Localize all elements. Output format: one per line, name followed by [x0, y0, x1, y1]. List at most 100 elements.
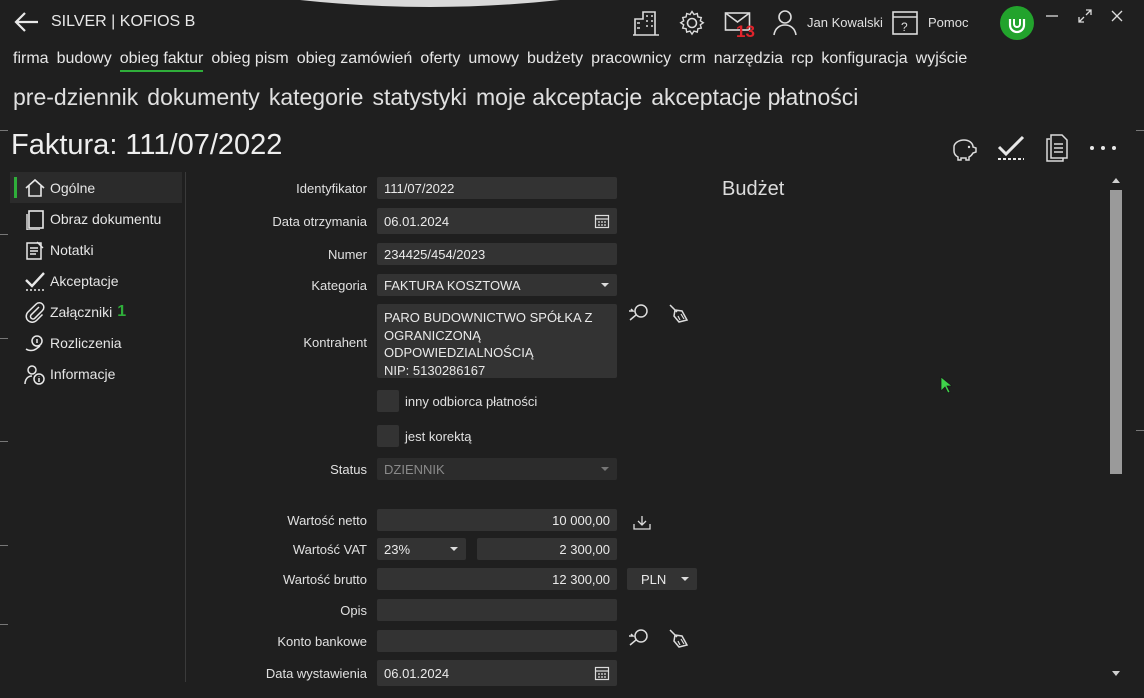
sidebar-item-informacje[interactable]: Informacje — [10, 358, 182, 389]
nav-item-narzedzia[interactable]: narzędzia — [714, 50, 783, 67]
status-label: Status — [330, 462, 367, 477]
settlement-icon — [25, 334, 43, 351]
status-select: DZIENNIK — [377, 458, 617, 480]
nav-item-crm[interactable]: crm — [679, 50, 706, 67]
user-name[interactable]: Jan Kowalski — [807, 15, 883, 30]
sidebar: Ogólne Obraz dokumentu Notatki Akceptacj… — [10, 172, 182, 389]
title-bar-decoration — [300, 0, 560, 7]
currency-select[interactable]: PLN — [627, 568, 697, 590]
sidebar-item-label: Notatki — [50, 241, 94, 258]
user-avatar-icon[interactable] — [772, 8, 798, 36]
piggy-bank-icon[interactable] — [950, 136, 978, 162]
jest-korekta-checkbox[interactable] — [377, 425, 399, 447]
help-label[interactable]: Pomoc — [928, 15, 968, 30]
data-wystawienia-field[interactable]: 06.01.2024 — [377, 660, 617, 686]
clear-broom-icon[interactable] — [666, 627, 690, 649]
lookup-search-icon[interactable] — [627, 627, 651, 649]
document-icon[interactable] — [1045, 134, 1069, 162]
nav-item-wyjscie[interactable]: wyjście — [916, 50, 968, 67]
inny-odbiorca-checkbox[interactable] — [377, 390, 399, 412]
vat-rate-value: 23% — [384, 541, 411, 557]
nav-item-obieg-faktur[interactable]: obieg faktur — [119, 50, 204, 72]
clear-broom-icon[interactable] — [666, 302, 690, 324]
sub-nav-statystyki[interactable]: statystyki — [372, 84, 467, 110]
nav-item-budzety[interactable]: budżety — [527, 50, 583, 67]
nav-item-oferty[interactable]: oferty — [420, 50, 460, 67]
back-arrow-icon[interactable] — [12, 10, 40, 34]
lookup-search-icon[interactable] — [627, 302, 651, 324]
settings-gear-icon[interactable] — [678, 9, 706, 37]
minimize-icon[interactable] — [1044, 8, 1060, 24]
sidebar-item-label: Załączniki — [50, 303, 113, 320]
sidebar-item-obraz-dokumentu[interactable]: Obraz dokumentu — [10, 203, 182, 234]
accept-checkmark-icon[interactable] — [996, 134, 1026, 162]
data-otrzymania-field[interactable]: 06.01.2024 — [377, 208, 617, 234]
sub-nav: pre-dziennik dokumenty kategorie statystyki… — [13, 84, 867, 111]
numer-field[interactable]: 234425/454/2023 — [377, 243, 617, 265]
kategoria-value: FAKTURA KOSZTOWA — [384, 277, 521, 293]
sidebar-item-notatki[interactable]: Notatki — [10, 234, 182, 265]
data-wystawienia-value: 06.01.2024 — [384, 665, 450, 681]
identyfikator-field[interactable]: 111/07/2022 — [377, 177, 617, 199]
kategoria-select[interactable]: FAKTURA KOSZTOWA — [377, 274, 617, 296]
vertical-scrollbar[interactable] — [1107, 172, 1125, 682]
more-options-icon[interactable] — [1088, 144, 1118, 152]
sidebar-item-label: Ogólne — [50, 179, 96, 196]
inny-odbiorca-label: inny odbiorca płatności — [405, 394, 538, 409]
sidebar-item-label: Akceptacje — [50, 272, 119, 289]
nav-item-firma[interactable]: firma — [13, 50, 49, 67]
nav-item-obieg-zamowien[interactable]: obieg zamówień — [297, 50, 413, 67]
nav-item-budowy[interactable]: budowy — [57, 50, 112, 67]
wartosc-brutto-field[interactable]: 12 300,00 — [377, 568, 617, 590]
sidebar-item-rozliczenia[interactable]: Rozliczenia — [10, 327, 182, 358]
sidebar-item-akceptacje[interactable]: Akceptacje — [10, 265, 182, 296]
nav-item-obieg-pism[interactable]: obieg pism — [211, 50, 288, 67]
document-image-icon — [26, 209, 44, 230]
data-otrzymania-value: 06.01.2024 — [384, 213, 450, 229]
nav-item-umowy[interactable]: umowy — [468, 50, 519, 67]
wartosc-netto-field[interactable]: 10 000,00 — [377, 509, 617, 531]
mail-count-badge: 13 — [736, 22, 755, 41]
app-title: SILVER | KOFIOS B — [51, 13, 196, 30]
scroll-up-icon[interactable] — [1111, 176, 1121, 184]
sub-nav-kategorie[interactable]: kategorie — [269, 84, 364, 110]
vat-rate-select[interactable]: 23% — [377, 538, 466, 560]
kontrahent-line: ODPOWIEDZIALNOŚCIĄ — [384, 345, 534, 360]
scroll-down-icon[interactable] — [1111, 670, 1121, 678]
konto-bankowe-field[interactable] — [377, 630, 617, 652]
jest-korekta-label: jest korektą — [405, 429, 472, 444]
wartosc-vat-field[interactable]: 2 300,00 — [477, 538, 617, 560]
calendar-icon[interactable] — [594, 665, 610, 681]
nav-item-rcp[interactable]: rcp — [791, 50, 813, 67]
app-logo-icon — [1000, 6, 1034, 40]
sub-nav-moje-akceptacje[interactable]: moje akceptacje — [476, 84, 642, 110]
scrollbar-thumb[interactable] — [1110, 190, 1122, 474]
chevron-down-icon — [681, 577, 689, 581]
opis-field[interactable] — [377, 599, 617, 621]
nav-item-pracownicy[interactable]: pracownicy — [591, 50, 671, 67]
edge-tick — [0, 441, 8, 442]
svg-text:?: ? — [901, 20, 908, 34]
sub-nav-pre-dziennik[interactable]: pre-dziennik — [13, 84, 138, 110]
help-icon[interactable]: ? — [892, 11, 918, 35]
data-wystawienia-label: Data wystawienia — [265, 666, 367, 681]
nav-item-konfiguracja[interactable]: konfiguracja — [821, 50, 907, 67]
sub-nav-dokumenty[interactable]: dokumenty — [147, 84, 260, 110]
numer-label: Numer — [327, 247, 367, 262]
import-value-icon[interactable] — [633, 514, 651, 530]
chevron-down-icon — [450, 547, 458, 551]
sidebar-item-ogolne[interactable]: Ogólne — [10, 172, 182, 203]
calendar-icon[interactable] — [594, 213, 610, 229]
kontrahent-line: PARO BUDOWNICTWO SPÓŁKA Z — [384, 310, 593, 325]
budget-title: Budżet — [722, 178, 785, 200]
page-title: Faktura: 111/07/2022 — [11, 129, 283, 161]
building-icon[interactable] — [632, 9, 660, 37]
sub-nav-akceptacje-platnosci[interactable]: akceptacje płatności — [651, 84, 858, 110]
close-icon[interactable] — [1109, 8, 1125, 24]
kontrahent-field[interactable]: PARO BUDOWNICTWO SPÓŁKA Z OGRANICZONĄ OD… — [377, 304, 617, 378]
kategoria-label: Kategoria — [311, 278, 367, 293]
sidebar-item-zalaczniki[interactable]: Załączniki 1 — [10, 296, 182, 327]
maximize-icon[interactable] — [1077, 8, 1093, 24]
edge-tick — [0, 624, 8, 625]
konto-bankowe-label: Konto bankowe — [277, 634, 367, 649]
